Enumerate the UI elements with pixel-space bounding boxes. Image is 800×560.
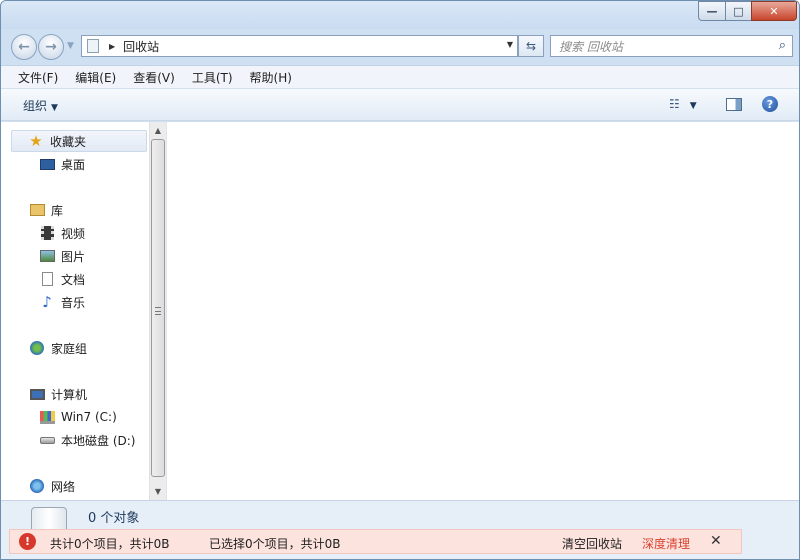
command-bar: 组织 ▼ ☷ ▼ ? [1,89,799,121]
close-window-button[interactable]: ✕ [751,1,797,21]
windows-drive-icon [39,409,55,425]
menu-view[interactable]: 查看(V) [128,69,180,86]
warning-icon: ! [19,533,36,550]
nav-documents[interactable]: 文档 [39,268,85,290]
status-area: ! 共计0个项目，共计0B 已选择0个项目，共计0B 清空回收站 深度清理 ✕ [1,529,799,559]
recycle-bin-icon [31,507,67,531]
address-toolbar: ← → ▼ ▶ 回收站 ▼ ⇆ 搜索 回收站 ⌕ [1,29,799,65]
breadcrumb-location[interactable]: 回收站 [123,38,159,55]
nav-scrollbar[interactable]: ▲ ▼ [149,122,166,500]
organize-button[interactable]: 组织 ▼ [23,97,58,114]
document-icon [39,271,55,287]
nav-network[interactable]: 网络 [29,475,75,497]
scrollbar-grip-icon [155,307,161,315]
organize-label: 组织 [23,99,48,113]
chevron-down-icon: ▼ [51,103,58,113]
explorer-window: — □ ✕ ← → ▼ ▶ 回收站 ▼ ⇆ 搜索 回收站 ⌕ 文件(F) 编辑(… [0,0,800,560]
search-icon[interactable]: ⌕ [779,38,786,53]
nav-drive-c[interactable]: Win7 (C:) [39,406,117,428]
nav-pictures-label: 图片 [61,249,86,264]
music-note-icon: ♪ [42,293,52,311]
change-view-button[interactable]: ☷ ▼ [669,97,697,111]
menu-tools[interactable]: 工具(T) [187,69,238,86]
window-controls: — □ ✕ [698,1,797,23]
nav-computer[interactable]: 计算机 [29,383,87,405]
nav-libraries[interactable]: 库 [29,199,63,221]
scroll-down-arrow-icon[interactable]: ▼ [150,483,166,499]
nav-documents-label: 文档 [61,272,86,287]
chevron-down-icon: ▼ [689,101,697,111]
network-icon [29,478,45,494]
file-list-area[interactable] [167,122,799,500]
maximize-button[interactable]: □ [725,1,751,21]
homegroup-icon [29,340,45,356]
address-bar[interactable]: ▶ 回收站 ▼ [81,35,518,57]
forward-arrow-icon: → [45,39,57,55]
menu-edit[interactable]: 编辑(E) [70,69,121,86]
nav-pictures[interactable]: 图片 [39,245,85,267]
nav-drive-d[interactable]: 本地磁盘 (D:) [39,429,135,451]
nav-drive-d-label: 本地磁盘 (D:) [61,433,136,448]
hard-drive-icon [39,432,55,448]
details-pane: 0 个对象 [1,500,799,531]
refresh-icon: ⇆ [525,39,537,53]
deep-clean-link[interactable]: 深度清理 [642,535,690,552]
search-input[interactable]: 搜索 回收站 ⌕ [550,35,793,57]
desktop-icon [39,156,55,172]
close-icon[interactable]: ✕ [710,533,722,549]
nav-favorites-label: 收藏夹 [50,134,87,149]
recent-pages-dropdown-icon[interactable]: ▼ [67,41,74,51]
refresh-button[interactable]: ⇆ [518,35,544,57]
preview-pane-button[interactable] [726,98,742,111]
nav-libraries-label: 库 [51,203,64,218]
star-icon: ★ [29,132,43,150]
help-button[interactable]: ? [762,96,778,112]
help-icon: ? [766,97,774,111]
menu-bar: 文件(F) 编辑(E) 查看(V) 工具(T) 帮助(H) [1,65,799,89]
video-icon [39,225,55,241]
nav-music[interactable]: ♪ 音乐 [39,291,85,313]
scrollbar-thumb[interactable] [151,139,165,477]
search-placeholder: 搜索 回收站 [559,39,623,54]
nav-desktop[interactable]: 桌面 [39,153,85,175]
back-arrow-icon: ← [18,39,30,55]
nav-computer-label: 计算机 [51,387,88,402]
view-details-icon: ☷ [669,97,680,111]
recycle-bin-small-icon [87,39,99,53]
nav-videos[interactable]: 视频 [39,222,85,244]
forward-button[interactable]: → [38,34,64,60]
empty-recycle-bin-link[interactable]: 清空回收站 [562,535,622,552]
nav-music-label: 音乐 [61,295,86,310]
nav-desktop-label: 桌面 [61,157,86,172]
nav-homegroup-label: 家庭组 [51,341,88,356]
nav-network-label: 网络 [51,479,76,494]
nav-homegroup[interactable]: 家庭组 [29,337,87,359]
nav-videos-label: 视频 [61,226,86,241]
library-folder-icon [29,202,45,218]
object-count: 0 个对象 [88,511,140,526]
total-items-text: 共计0个项目，共计0B [50,537,170,551]
minimize-button[interactable]: — [698,1,725,21]
menu-help[interactable]: 帮助(H) [245,69,297,86]
scroll-up-arrow-icon[interactable]: ▲ [150,122,166,138]
selected-items-text: 已选择0个项目，共计0B [209,537,341,551]
navigation-pane: ★ 收藏夹 桌面 库 视频 图片 文档 ♪ 音乐 家庭组 计算机 Win7 (C… [1,122,167,500]
title-bar: — □ ✕ [1,1,799,29]
recycle-notification-bar: ! 共计0个项目，共计0B 已选择0个项目，共计0B 清空回收站 深度清理 ✕ [9,529,742,554]
computer-icon [29,386,45,402]
picture-icon [39,248,55,264]
back-button[interactable]: ← [11,34,37,60]
address-dropdown-icon[interactable]: ▼ [507,40,513,49]
nav-drive-c-label: Win7 (C:) [61,410,117,424]
breadcrumb-chevron-icon[interactable]: ▶ [109,42,115,51]
menu-file[interactable]: 文件(F) [13,69,63,86]
nav-favorites[interactable]: ★ 收藏夹 [11,130,147,152]
